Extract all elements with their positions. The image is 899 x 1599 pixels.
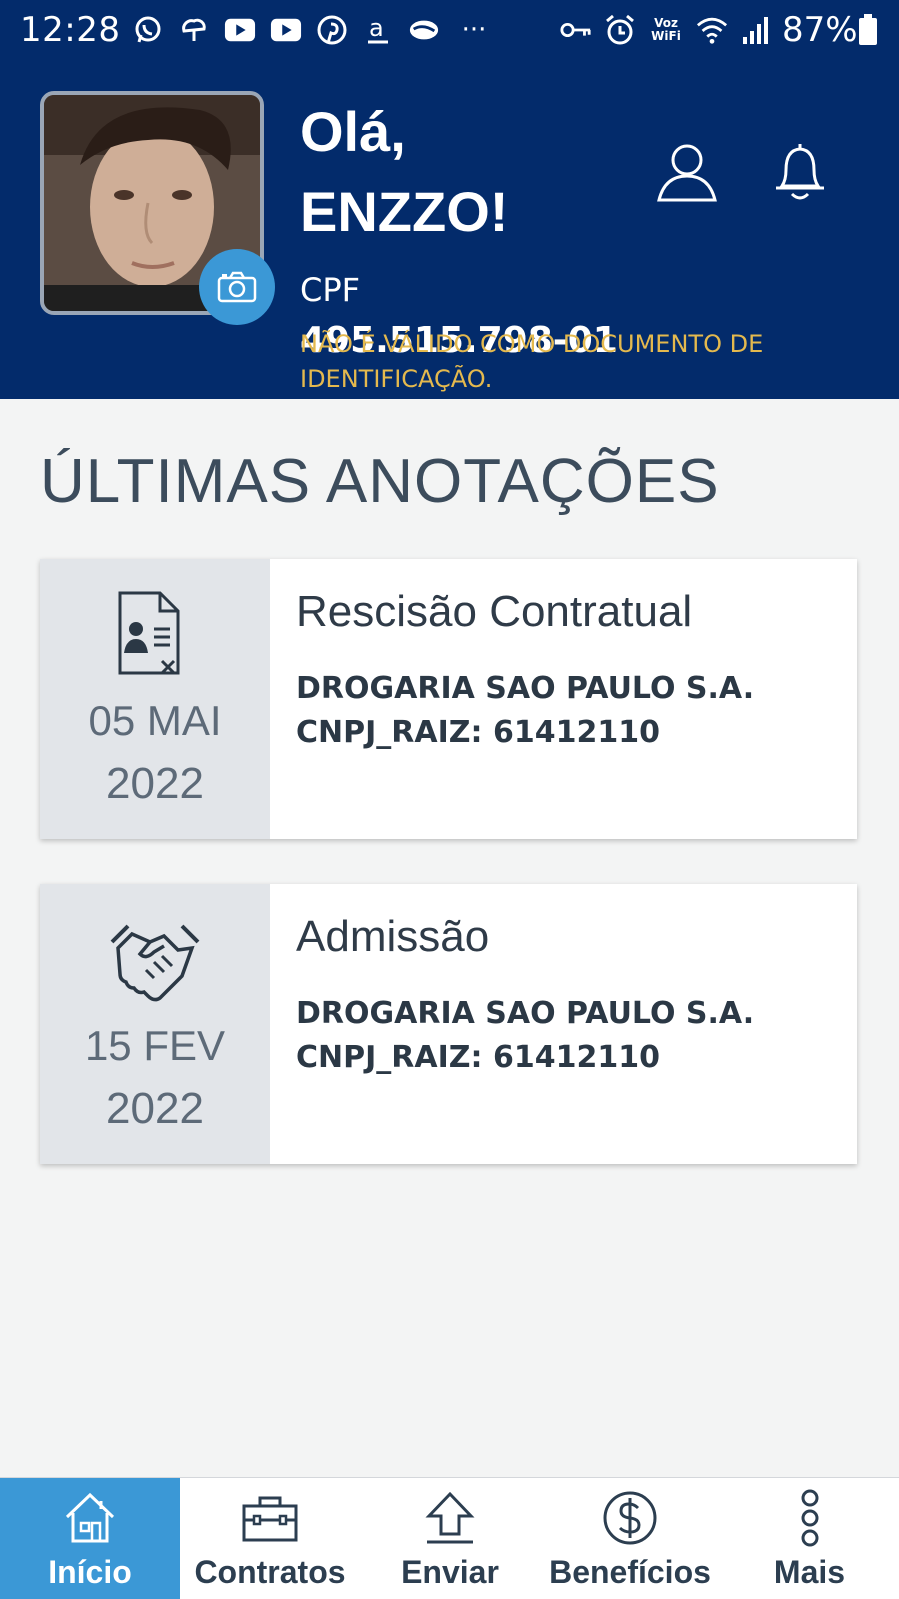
- chat-icon: [408, 14, 440, 46]
- notification-icons: a ···: [132, 14, 494, 46]
- more-icon: ···: [461, 15, 487, 45]
- more-vertical-icon: [780, 1488, 840, 1548]
- user-name: ENZZO!: [300, 180, 509, 243]
- signal-icon: [740, 14, 772, 46]
- alarm-icon: [604, 14, 636, 46]
- whatsapp-icon: [132, 14, 164, 46]
- nav-label: Mais: [773, 1554, 846, 1590]
- card-date-year: 2022: [106, 759, 204, 808]
- section-title: ÚLTIMAS ANOTAÇÕES: [40, 447, 720, 516]
- card-company: DROGARIA SAO PAULO S.A.: [296, 996, 755, 1031]
- voz-wifi-icon: Voz WiFi: [651, 16, 681, 43]
- profile-icon[interactable]: [655, 140, 719, 204]
- cpf-label: CPF: [300, 271, 361, 309]
- amazon-icon: a: [362, 14, 394, 46]
- bottom-navigation: Início Contratos Enviar Benefícios Mais: [0, 1477, 899, 1599]
- pinterest-icon: [316, 14, 348, 46]
- dollar-icon: [600, 1488, 660, 1548]
- youtube-icon: [270, 14, 302, 46]
- youtube-icon: [224, 14, 256, 46]
- card-title: Admissão: [296, 912, 490, 961]
- card-date-day: 15 FEV: [84, 1022, 226, 1069]
- annotation-card[interactable]: 15 FEV 2022 Admissão DROGARIA SAO PAULO …: [40, 884, 857, 1164]
- card-date-day: 05 MAI: [88, 697, 222, 744]
- disclaimer-text: NÃO É VÁLIDO COMO DOCUMENTO DE IDENTIFIC…: [300, 330, 764, 393]
- card-company: DROGARIA SAO PAULO S.A.: [296, 671, 755, 706]
- battery-level: 87%: [782, 10, 858, 50]
- status-time: 12:28: [20, 10, 121, 50]
- nav-inicio[interactable]: Início: [0, 1478, 180, 1599]
- nav-enviar[interactable]: Enviar: [360, 1478, 540, 1599]
- nav-label: Benefícios: [549, 1554, 711, 1590]
- document-cancel-icon: [112, 591, 192, 679]
- nav-beneficios[interactable]: Benefícios: [540, 1478, 720, 1599]
- home-icon: [60, 1488, 120, 1548]
- nav-mais[interactable]: Mais: [720, 1478, 899, 1599]
- change-photo-button[interactable]: [199, 249, 275, 325]
- battery-icon: [858, 14, 878, 46]
- briefcase-icon: [240, 1488, 300, 1548]
- camera-icon: [217, 271, 257, 303]
- card-date-column: 05 MAI 2022: [40, 559, 270, 839]
- key-icon: [560, 14, 592, 46]
- nav-label: Enviar: [401, 1554, 499, 1590]
- system-icons: Voz WiFi: [560, 14, 772, 46]
- nav-contratos[interactable]: Contratos: [180, 1478, 360, 1599]
- greeting: Olá,: [300, 100, 406, 163]
- upload-icon: [420, 1488, 480, 1548]
- bell-icon[interactable]: [770, 140, 830, 204]
- svg-text:a: a: [369, 14, 384, 42]
- card-cnpj: CNPJ_RAIZ: 61412110: [296, 1040, 660, 1075]
- nav-label: Contratos: [194, 1554, 346, 1590]
- nav-label: Início: [48, 1554, 132, 1590]
- cloud-icon: [178, 14, 210, 46]
- card-date-column: 15 FEV 2022: [40, 884, 270, 1164]
- status-bar: 12:28 a ··· Voz WiFi 87%: [0, 0, 899, 64]
- card-date-year: 2022: [106, 1084, 204, 1133]
- handshake-icon: [110, 922, 200, 1002]
- card-cnpj: CNPJ_RAIZ: 61412110: [296, 715, 660, 750]
- card-title: Rescisão Contratual: [296, 587, 693, 636]
- annotation-card[interactable]: 05 MAI 2022 Rescisão Contratual DROGARIA…: [40, 559, 857, 839]
- wifi-icon: [696, 14, 728, 46]
